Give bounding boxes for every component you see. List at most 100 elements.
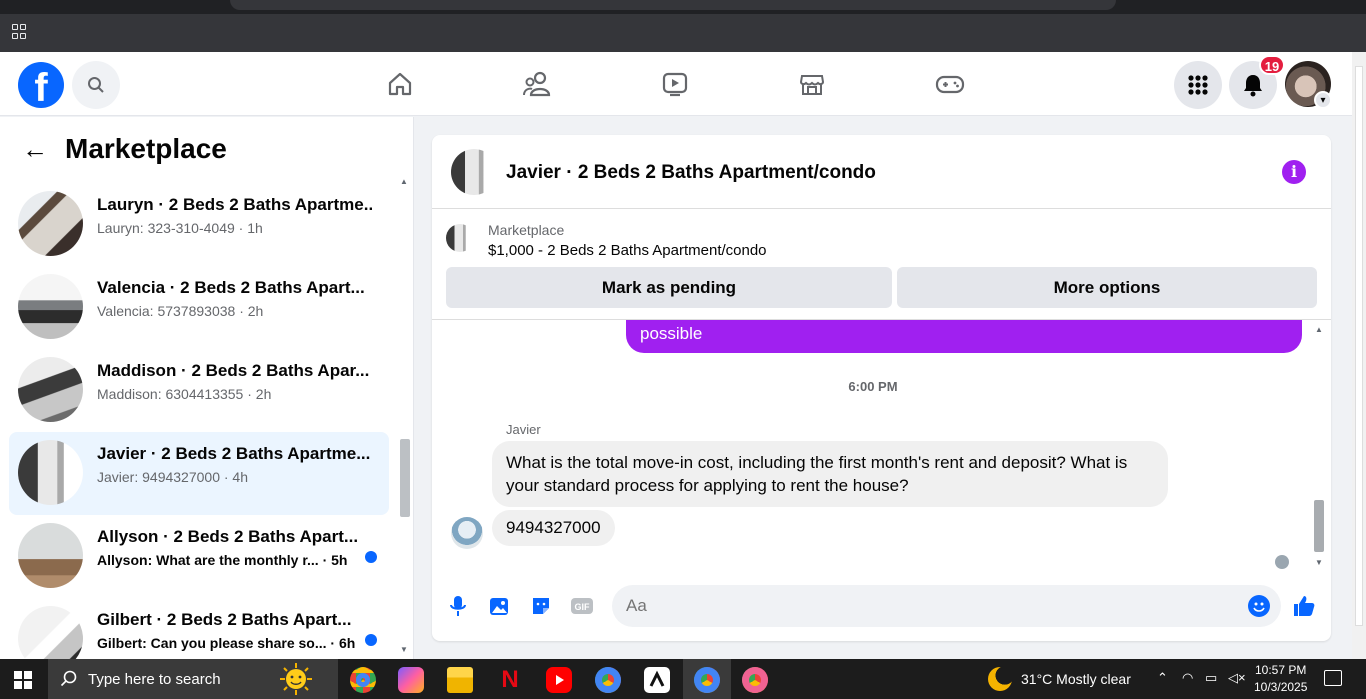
scroll-up-arrow-icon[interactable]: ▲ (1315, 325, 1323, 334)
search-icon (60, 670, 77, 687)
emoji-icon[interactable] (1248, 595, 1270, 617)
marketplace-inbox-panel: ← Marketplace Lauryn · 2 Beds 2 Baths Ap… (0, 117, 414, 659)
taskbar-search[interactable]: Type here to search (48, 659, 338, 699)
chat-window: Javier · 2 Beds 2 Baths Apartment/condo … (432, 135, 1331, 641)
chrome-taskbar-icon[interactable] (350, 667, 376, 693)
conversation-item[interactable]: Lauryn · 2 Beds 2 Baths Apartme... Laury… (9, 183, 389, 266)
browser-top-strip (0, 0, 1366, 14)
system-clock[interactable]: 10:57 PM 10/3/2025 (1254, 662, 1307, 696)
mark-as-pending-button[interactable]: Mark as pending (446, 267, 892, 308)
weather-widget[interactable]: 31°C Mostly clear (988, 667, 1131, 691)
conversation-title: Valencia · 2 Beds 2 Baths Apart... (97, 278, 365, 297)
chevron-down-icon[interactable]: ▾ (1314, 91, 1332, 109)
volume-muted-icon[interactable]: ◁× (1228, 670, 1246, 686)
menu-grid-icon (1188, 75, 1208, 95)
listing-banner: Marketplace $1,000 - 2 Beds 2 Baths Apar… (432, 210, 1331, 320)
netflix-taskbar-icon[interactable]: N (497, 667, 523, 693)
chevron-up-icon[interactable]: ⌃ (1157, 670, 1168, 686)
incoming-message: What is the total move-in cost, includin… (492, 441, 1168, 507)
conversation-preview: Lauryn: 323-310-4049 · 1h (97, 220, 263, 236)
copilot-taskbar-icon[interactable] (398, 667, 424, 693)
conversation-item[interactable]: Valencia · 2 Beds 2 Baths Apart... Valen… (9, 266, 389, 349)
conversation-list-scrollbar[interactable]: ▲ ▼ (398, 175, 412, 659)
conversation-preview: Valencia: 5737893038 · 2h (97, 303, 264, 319)
conversation-item[interactable]: Maddison · 2 Beds 2 Baths Apar... Maddis… (9, 349, 389, 432)
chrome-profile-taskbar-icon[interactable] (595, 667, 621, 693)
unread-dot (365, 551, 377, 563)
info-icon[interactable]: i (1282, 160, 1306, 184)
conversation-preview: Javier: 9494327000 · 4h (97, 469, 248, 485)
listing-thumbnail (18, 440, 83, 505)
wifi-icon[interactable]: ◠ (1182, 670, 1193, 686)
listing-thumbnail (18, 606, 83, 659)
clock-date: 10/3/2025 (1254, 680, 1308, 694)
windows-taskbar: Type here to search N 31°C Mostly clear … (0, 659, 1366, 699)
sun-emoji-icon (280, 663, 312, 695)
notification-center-icon[interactable] (1324, 670, 1342, 686)
sender-avatar[interactable] (451, 517, 483, 549)
listing-thumbnail (18, 523, 83, 588)
message-input[interactable] (612, 585, 1281, 627)
facebook-header: f 19 ▾ (0, 52, 1352, 116)
message-scrollbar[interactable]: ▲ ▼ (1312, 322, 1326, 570)
windows-start-icon[interactable] (14, 671, 32, 689)
apps-grid-icon[interactable] (12, 24, 28, 40)
page-scrollbar[interactable] (1352, 52, 1366, 659)
message-thread: possible 6:00 PM Javier What is the tota… (432, 320, 1331, 570)
video-nav-icon[interactable] (659, 68, 691, 100)
chrome-active-taskbar-icon[interactable] (694, 667, 720, 693)
conversation-preview: Gilbert: Can you please share so... · 6h (97, 635, 356, 651)
back-arrow-icon[interactable]: ← (22, 134, 52, 165)
youtube-taskbar-icon[interactable] (546, 667, 572, 693)
conversation-title: Allyson · 2 Beds 2 Baths Apart... (97, 527, 359, 546)
conversation-item[interactable]: Allyson · 2 Beds 2 Baths Apart... Allyso… (9, 515, 389, 598)
listing-avatar[interactable] (451, 149, 497, 195)
conversation-title: Maddison · 2 Beds 2 Baths Apar... (97, 361, 370, 380)
outgoing-message-text: possible (640, 324, 703, 343)
gaming-nav-icon[interactable] (934, 68, 966, 100)
chat-title[interactable]: Javier · 2 Beds 2 Baths Apartment/condo (506, 162, 876, 184)
microphone-icon[interactable] (446, 594, 470, 618)
bookmarks-bar (0, 14, 1366, 52)
menu-button[interactable] (1174, 61, 1222, 109)
unread-dot (365, 634, 377, 646)
listing-thumbnail (18, 357, 83, 422)
listing-price-title[interactable]: $1,000 - 2 Beds 2 Baths Apartment/condo (488, 242, 767, 259)
conversation-list: Lauryn · 2 Beds 2 Baths Apartme... Laury… (9, 183, 389, 659)
search-button[interactable] (72, 61, 120, 109)
conversation-title: Gilbert · 2 Beds 2 Baths Apart... (97, 610, 352, 629)
scroll-down-arrow-icon[interactable]: ▼ (1315, 558, 1323, 567)
chat-header: Javier · 2 Beds 2 Baths Apartment/condo … (432, 135, 1331, 209)
conversation-item[interactable]: Gilbert · 2 Beds 2 Baths Apart... Gilber… (9, 598, 389, 659)
photo-icon[interactable] (488, 594, 512, 618)
home-nav-icon[interactable] (384, 68, 416, 100)
sticker-icon[interactable] (529, 594, 553, 618)
like-thumbs-up-icon[interactable] (1292, 594, 1316, 618)
listing-kicker: Marketplace (488, 222, 565, 238)
seen-receipt-avatar (1275, 555, 1289, 569)
listing-thumbnail (18, 274, 83, 339)
marketplace-nav-icon[interactable] (796, 68, 828, 100)
more-options-button[interactable]: More options (897, 267, 1317, 308)
address-bar[interactable] (230, 0, 1116, 10)
clock-time: 10:57 PM (1255, 663, 1307, 677)
conversation-title: Javier · 2 Beds 2 Baths Apartme... (97, 444, 371, 463)
friends-nav-icon[interactable] (521, 68, 553, 100)
conversation-title: Lauryn · 2 Beds 2 Baths Apartme... (97, 195, 372, 214)
gif-icon[interactable]: GIF (570, 594, 594, 618)
chrome-profile2-taskbar-icon[interactable] (742, 667, 768, 693)
incoming-message: 9494327000 (492, 510, 615, 546)
listing-thumbnail[interactable] (446, 224, 474, 252)
weather-text: 31°C Mostly clear (1021, 671, 1131, 687)
scroll-down-arrow-icon[interactable]: ▼ (400, 645, 408, 654)
conversation-preview: Maddison: 6304413355 · 2h (97, 386, 272, 402)
conversation-item-active[interactable]: Javier · 2 Beds 2 Baths Apartme... Javie… (9, 432, 389, 515)
capcut-taskbar-icon[interactable] (644, 667, 670, 693)
facebook-logo[interactable]: f (18, 62, 64, 108)
bell-icon (1244, 75, 1262, 97)
notification-badge: 19 (1259, 55, 1285, 75)
file-explorer-taskbar-icon[interactable] (447, 667, 473, 693)
svg-text:GIF: GIF (575, 602, 591, 612)
battery-icon[interactable]: ▭ (1205, 670, 1217, 686)
scroll-up-arrow-icon[interactable]: ▲ (400, 177, 408, 186)
